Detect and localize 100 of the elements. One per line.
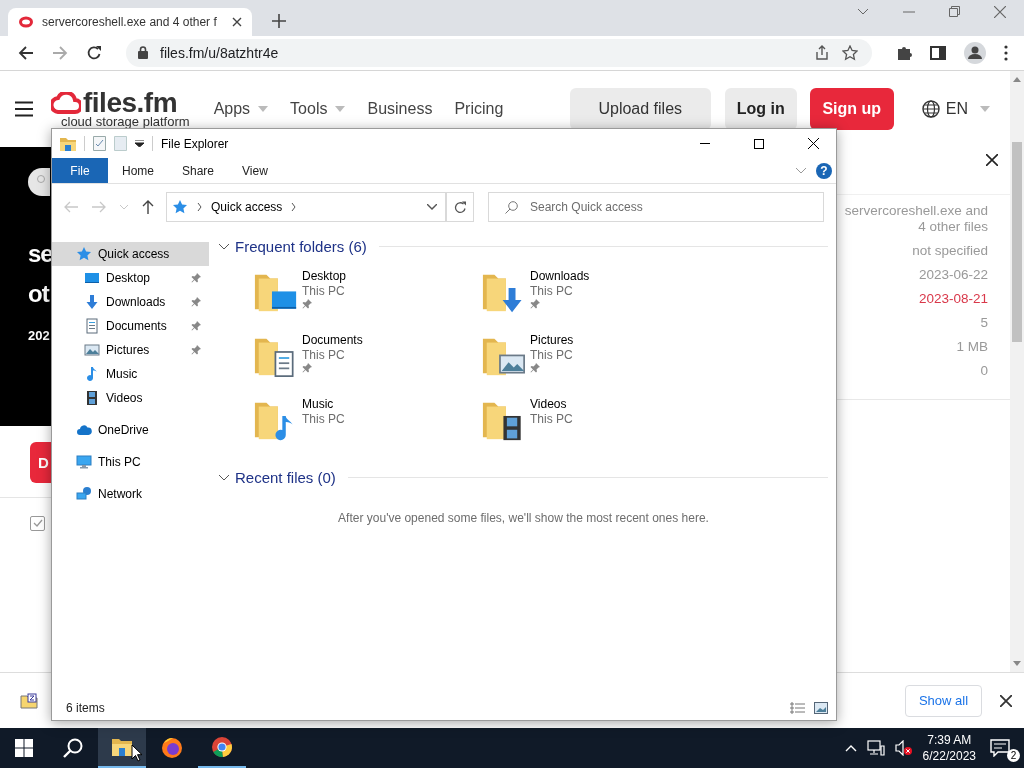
folder-tile[interactable]: Videos This PC <box>481 396 709 444</box>
search-icon[interactable] <box>63 738 83 758</box>
nav-item[interactable]: Pictures <box>52 338 209 362</box>
scroll-up-icon[interactable] <box>1013 76 1021 82</box>
close-icon[interactable] <box>986 154 998 167</box>
windows-icon[interactable] <box>15 739 33 757</box>
hero-title: ot <box>28 278 49 309</box>
refresh-icon[interactable] <box>453 200 467 214</box>
share-icon[interactable] <box>814 44 830 61</box>
menu-icon[interactable] <box>1004 44 1008 61</box>
side-panel-icon[interactable] <box>930 45 946 60</box>
ribbon-tab[interactable]: Home <box>108 158 168 183</box>
nav-link[interactable]: Apps <box>213 99 269 118</box>
signup-button[interactable]: Sign up <box>809 87 894 130</box>
customize-caret-icon[interactable] <box>135 140 144 147</box>
upload-button[interactable]: Upload files <box>569 87 711 130</box>
search-input[interactable]: Search Quick access <box>528 199 823 215</box>
section-title[interactable]: Frequent folders (6) <box>235 237 367 255</box>
chevron-up-icon[interactable] <box>844 744 857 752</box>
computer-icon <box>76 454 92 470</box>
language-selector[interactable]: EN <box>921 99 990 118</box>
taskbar-app[interactable] <box>98 728 146 768</box>
nav-item[interactable]: Desktop <box>52 266 209 290</box>
folder-icon[interactable] <box>60 136 76 151</box>
chevron-down-icon[interactable] <box>857 7 869 16</box>
puzzle-icon[interactable] <box>896 44 912 61</box>
ribbon-tab[interactable]: File <box>52 158 108 183</box>
reload-icon[interactable] <box>86 44 102 61</box>
folder-name: Pictures <box>530 333 574 347</box>
nav-item[interactable]: Music <box>52 362 209 386</box>
detail-value: servercoreshell.exe and 4 other files <box>843 202 988 235</box>
browser-tab[interactable]: servercoreshell.exe and 4 other f <box>8 7 252 36</box>
nav-item[interactable]: OneDrive <box>52 418 209 442</box>
close-icon[interactable] <box>1000 694 1012 707</box>
folder-tile[interactable]: Music This PC <box>253 396 481 444</box>
nav-item[interactable]: Documents <box>52 314 209 338</box>
up-arrow-icon[interactable] <box>142 200 154 214</box>
archive-file-icon[interactable] <box>20 692 38 709</box>
nav-item[interactable]: Network <box>52 482 209 506</box>
menu-icon[interactable] <box>15 100 33 117</box>
system-clock[interactable]: 7:39 AM 6/22/2023 <box>922 732 976 764</box>
folder-tile[interactable]: Pictures This PC <box>481 332 709 380</box>
address-bar[interactable]: files.fm/u/8atzhtr4e <box>126 38 872 67</box>
empty-message: After you've opened some files, we'll show the most recent ones here. <box>337 510 710 525</box>
refresh-button[interactable] <box>446 192 474 222</box>
details-view-icon[interactable] <box>790 702 806 714</box>
expand-ribbon-icon[interactable] <box>796 167 806 174</box>
detail-value: 1 MB <box>956 338 988 355</box>
site-logo[interactable]: files.fm <box>83 89 178 118</box>
network-icon[interactable] <box>866 740 885 756</box>
restore-icon[interactable] <box>949 6 960 18</box>
ribbon-tab[interactable]: Share <box>168 158 229 183</box>
folder-tile[interactable]: Downloads This PC <box>481 268 709 316</box>
help-button[interactable]: ? <box>816 162 832 179</box>
nav-link[interactable]: Business <box>367 99 433 118</box>
caret-icon <box>980 105 990 112</box>
notification-count: 2 <box>1007 749 1020 762</box>
nav-item[interactable]: This PC <box>52 450 209 474</box>
chevron-right-icon <box>197 203 202 211</box>
folder-name: Videos <box>530 397 568 411</box>
cloud-icon <box>76 422 92 438</box>
nav-link[interactable]: Tools <box>290 99 346 118</box>
nav-link[interactable]: Pricing <box>454 99 504 118</box>
message-icon <box>990 739 1010 757</box>
scroll-down-icon[interactable] <box>1013 661 1021 666</box>
maximize-icon[interactable] <box>754 138 764 149</box>
profile-icon[interactable] <box>964 41 986 64</box>
collapse-chevron-icon[interactable] <box>219 241 229 251</box>
search-field[interactable]: Search Quick access <box>488 192 824 222</box>
address-field[interactable]: Quick access <box>166 192 446 222</box>
url-text: files.fm/u/8atzhtr4e <box>160 44 279 61</box>
scrollbar-thumb[interactable] <box>1012 141 1022 342</box>
close-icon[interactable] <box>232 16 242 27</box>
chevron-right-icon <box>291 203 297 211</box>
folder-tile[interactable]: Documents This PC <box>253 332 481 380</box>
nav-item[interactable]: Quick access <box>52 242 209 266</box>
detail-value: not specified <box>912 242 988 259</box>
section-title[interactable]: Recent files (0) <box>235 468 336 486</box>
nav-item[interactable]: Downloads <box>52 290 209 314</box>
folder-location: This PC <box>530 348 574 362</box>
status-text: 6 items <box>66 701 105 715</box>
music-note-icon <box>84 366 100 382</box>
folder-tile[interactable]: Desktop This PC <box>253 268 481 316</box>
nav-item[interactable]: Videos <box>52 386 209 410</box>
mouse-pointer-icon <box>131 744 143 762</box>
plus-icon[interactable] <box>272 13 286 28</box>
checkbox[interactable] <box>30 515 45 531</box>
login-button[interactable]: Log in <box>724 87 797 130</box>
folder-location: This PC <box>302 412 345 426</box>
collapse-chevron-icon[interactable] <box>219 472 229 482</box>
star-icon[interactable] <box>842 44 858 61</box>
back-icon[interactable] <box>18 44 34 61</box>
ribbon-tab[interactable]: View <box>228 158 282 183</box>
scrollbar[interactable] <box>1010 70 1024 672</box>
dropdown-icon[interactable] <box>427 204 437 210</box>
large-icons-view-icon[interactable] <box>814 702 828 714</box>
download-button[interactable]: D <box>30 441 52 483</box>
show-all-button[interactable]: Show all <box>905 684 982 717</box>
muted-speaker-icon[interactable] <box>894 740 913 756</box>
close-icon[interactable] <box>807 138 819 149</box>
